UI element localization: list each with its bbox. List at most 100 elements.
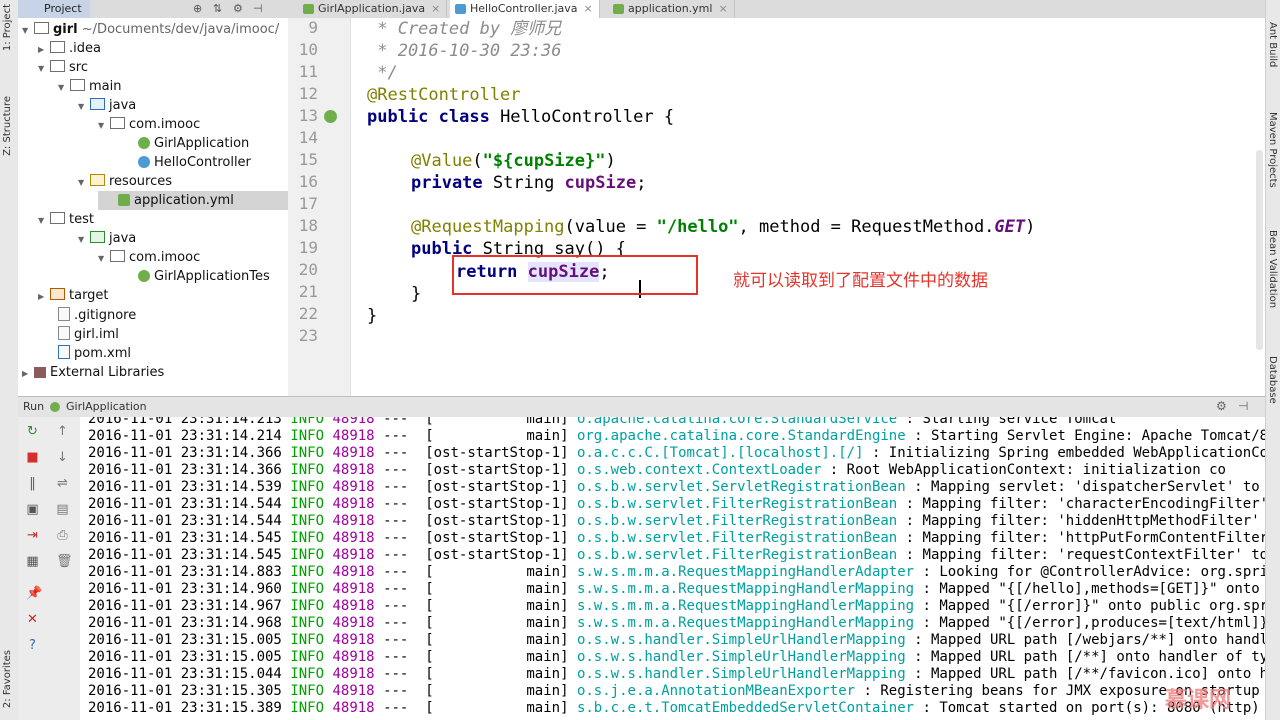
- tree-node-resources[interactable]: ▼ resources: [78, 172, 172, 191]
- expanded-arrow-icon[interactable]: ▼: [98, 249, 110, 268]
- log-pid: 48918: [332, 445, 375, 461]
- expanded-arrow-icon[interactable]: ▼: [38, 59, 50, 78]
- structure-tool-tab[interactable]: Z: Structure: [2, 96, 13, 156]
- print-icon[interactable]: ⎙: [56, 529, 69, 542]
- help-icon[interactable]: ?: [26, 639, 39, 652]
- pin-icon[interactable]: 📌: [26, 587, 42, 600]
- log-message: : Starting service Tomcat: [897, 417, 1117, 427]
- top-bar: Project ⊕ ⇅ ⚙ ⊣ GirlApplication.java × He…: [18, 0, 1265, 19]
- run-console[interactable]: 2016-11-01 23:31:14.213 INFO 48918 --- […: [80, 417, 1265, 720]
- stop-icon[interactable]: ■: [26, 451, 39, 464]
- layout-icon[interactable]: ▦: [26, 555, 39, 568]
- expanded-arrow-icon[interactable]: ▼: [58, 78, 70, 97]
- close-icon[interactable]: ×: [718, 2, 727, 15]
- scroll-to-end-icon[interactable]: ▤: [56, 503, 69, 516]
- collapsed-arrow-icon[interactable]: ▶: [22, 364, 34, 383]
- expanded-arrow-icon[interactable]: ▼: [78, 173, 90, 192]
- tree-node-application-yml[interactable]: application.yml: [98, 191, 308, 210]
- tab-application-yml[interactable]: application.yml ×: [608, 0, 735, 18]
- log-logger: o.s.w.s.handler.SimpleUrlHandlerMapping: [576, 632, 906, 648]
- tree-node-hello-controller[interactable]: HelloController: [138, 153, 251, 172]
- gear-icon[interactable]: ⚙: [1216, 399, 1227, 413]
- tree-node-girl-application[interactable]: GirlApplication: [138, 134, 249, 153]
- tree-node-gitignore[interactable]: .gitignore: [58, 305, 136, 324]
- soft-wrap-icon[interactable]: ⇌: [56, 477, 69, 490]
- scroll-down-icon[interactable]: ↓: [56, 451, 69, 464]
- keyword: public class: [367, 107, 490, 127]
- expanded-arrow-icon[interactable]: ▼: [38, 211, 50, 230]
- gear-icon[interactable]: ⚙: [233, 2, 243, 15]
- maven-projects-tab[interactable]: Maven Projects: [1267, 112, 1278, 188]
- node-label: java: [109, 98, 137, 113]
- hide-icon[interactable]: ⊣: [253, 2, 263, 15]
- tree-node-external-libraries[interactable]: ▶ External Libraries: [22, 363, 164, 382]
- scroll-up-icon[interactable]: ↑: [56, 425, 69, 438]
- tree-node-java-main[interactable]: ▼ java: [78, 96, 136, 115]
- favorites-tool-tab[interactable]: 2: Favorites: [2, 650, 13, 708]
- expanded-arrow-icon[interactable]: ▼: [78, 230, 90, 249]
- tree-node-pom[interactable]: pom.xml: [58, 343, 131, 362]
- close-icon[interactable]: ✕: [26, 613, 39, 626]
- project-tool-tab[interactable]: 1: Project: [2, 4, 13, 51]
- expanded-arrow-icon[interactable]: ▼: [78, 97, 90, 116]
- log-space: [375, 547, 383, 563]
- line-number: 23: [298, 326, 318, 345]
- clear-all-icon[interactable]: 🗑: [56, 555, 73, 568]
- node-label: com.imooc: [129, 117, 201, 132]
- tree-node-package-main[interactable]: ▼ com.imooc: [98, 115, 200, 134]
- log-timestamp: 2016-11-01 23:31:15.389: [88, 700, 282, 716]
- tree-node-girl[interactable]: ▼ girl ~/Documents/dev/java/imooc/: [22, 20, 279, 39]
- tree-node-idea[interactable]: ▶ .idea: [38, 39, 101, 58]
- run-config-name[interactable]: GirlApplication: [66, 400, 147, 413]
- project-panel-title[interactable]: Project: [18, 0, 90, 18]
- tree-node-package-test[interactable]: ▼ com.imooc: [98, 248, 200, 267]
- log-space: [569, 513, 577, 529]
- java-class-icon: [303, 4, 314, 14]
- rerun-icon[interactable]: ↻: [26, 425, 39, 438]
- log-space: [569, 564, 577, 580]
- exit-icon[interactable]: ⇥: [26, 529, 39, 542]
- tab-girl-application[interactable]: GirlApplication.java ×: [298, 0, 448, 18]
- tree-node-test[interactable]: ▼ test: [38, 210, 94, 229]
- log-thread: --- [ main]: [383, 417, 569, 427]
- tab-hello-controller[interactable]: HelloController.java ×: [450, 0, 600, 18]
- tree-node-girl-application-tests[interactable]: GirlApplicationTes: [138, 267, 270, 286]
- tree-node-src[interactable]: ▼ src: [38, 58, 88, 77]
- log-logger: s.w.s.m.m.a.RequestMappingHandlerMapping: [576, 581, 915, 597]
- log-logger: o.apache.catalina.core.StandardService: [576, 417, 898, 427]
- database-tab[interactable]: Database: [1267, 356, 1278, 404]
- log-logger: s.w.s.m.m.a.RequestMappingHandlerAdapter: [576, 564, 915, 580]
- log-space: [375, 445, 383, 461]
- expanded-arrow-icon[interactable]: ▼: [22, 21, 34, 40]
- tree-node-main[interactable]: ▼ main: [58, 77, 121, 96]
- collapse-icon[interactable]: ⇅: [213, 2, 222, 15]
- bean-validation-tab[interactable]: Bean Validation: [1267, 230, 1278, 308]
- log-timestamp: 2016-11-01 23:31:15.044: [88, 666, 282, 682]
- tree-node-girl-iml[interactable]: girl.iml: [58, 324, 119, 343]
- log-message: : Mapped URL path [/**] onto handler of …: [914, 649, 1265, 665]
- pause-icon[interactable]: ‖: [26, 477, 39, 490]
- spring-bean-gutter-icon[interactable]: [324, 110, 337, 123]
- collapsed-arrow-icon[interactable]: ▶: [38, 287, 50, 306]
- ant-build-tab[interactable]: Ant Build: [1267, 22, 1278, 67]
- log-space: [569, 700, 577, 716]
- collapsed-arrow-icon[interactable]: ▶: [38, 40, 50, 59]
- spring-boot-icon: [50, 402, 60, 412]
- editor-scrollbar[interactable]: [1256, 150, 1263, 350]
- log-level: INFO: [290, 683, 325, 699]
- hide-panel-icon[interactable]: ⊣: [1238, 399, 1248, 413]
- tree-node-java-test[interactable]: ▼ java: [78, 229, 136, 248]
- close-icon[interactable]: ×: [431, 2, 440, 15]
- tree-node-target[interactable]: ▶ target: [38, 286, 109, 305]
- dump-threads-icon[interactable]: ▣: [26, 503, 39, 516]
- log-timestamp: 2016-11-01 23:31:14.545: [88, 547, 282, 563]
- target-icon[interactable]: ⊕: [193, 2, 202, 15]
- log-pid: 48918: [332, 649, 375, 665]
- close-icon[interactable]: ×: [584, 2, 593, 15]
- code-editor[interactable]: * Created by 廖师兄 * 2016-10-30 23:36 */ @…: [351, 18, 1265, 396]
- resources-folder-icon: [90, 174, 105, 186]
- expanded-arrow-icon[interactable]: ▼: [98, 116, 110, 135]
- line-number: 18: [298, 216, 318, 235]
- yml-file-icon: [613, 4, 624, 14]
- log-timestamp: 2016-11-01 23:31:14.968: [88, 615, 282, 631]
